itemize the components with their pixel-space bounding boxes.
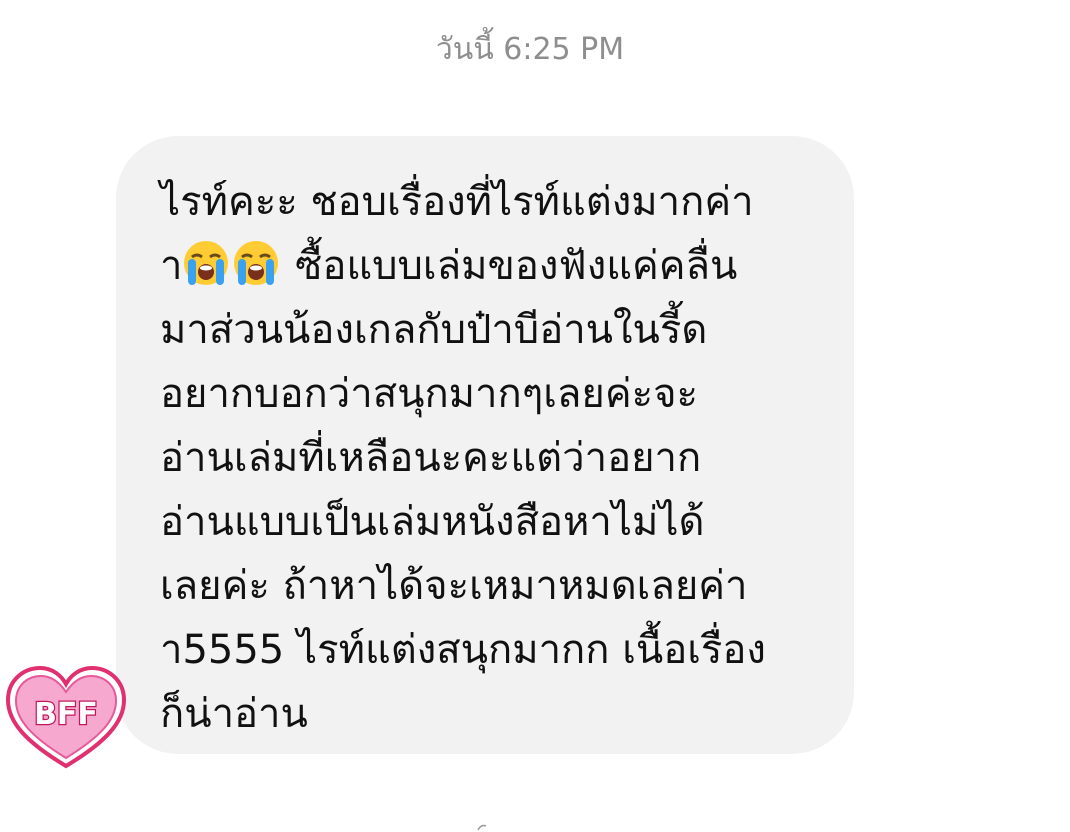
message-line: า ซื้อแบบเล่มของฟังแค่คลื่น <box>160 234 814 298</box>
chat-screen: วันนี้ 6:25 PM ไรท์คะะ ชอบเรื่องที่ไรท์แ… <box>0 0 1070 832</box>
message-line: มาส่วนน้องเกลกับป๋าบีอ่านในรี้ด <box>160 307 708 353</box>
message-line: อยากบอกว่าสนุกมากๆเลยค่ะจะ <box>160 371 698 417</box>
message-line: อ่านเล่มที่เหลือนะคะแต่ว่าอยาก <box>160 435 702 481</box>
avatar-label: BFF <box>34 697 98 732</box>
message-line: เลยค่ะ ถ้าหาได้จะเหมาหมดเลยค่า <box>160 563 748 609</box>
message-line-suffix: ซื้อแบบเล่มของฟังแค่คลื่น <box>282 243 738 289</box>
heart-sticker-icon: BFF <box>5 665 127 769</box>
message-line-prefix: า <box>160 243 183 289</box>
message-line: ไรท์คะะ ชอบเรื่องที่ไรท์แต่งมากค่า <box>160 179 754 225</box>
message-bubble[interactable]: ไรท์คะะ ชอบเรื่องที่ไรท์แต่งมากค่า า ซื้… <box>116 136 854 754</box>
message-line: ก็น่าอ่าน <box>160 691 308 737</box>
loudly-crying-face-icon <box>184 241 229 285</box>
partial-next-element <box>474 820 494 832</box>
message-line: า5555 ไรท์แต่งสนุกมากก เนื้อเรื่อง <box>160 627 766 673</box>
avatar[interactable]: BFF <box>5 665 127 772</box>
message-line: อ่านแบบเป็นเล่มหนังสือหาไม่ได้ <box>160 499 705 545</box>
loudly-crying-face-icon <box>234 241 279 285</box>
message-timestamp: วันนี้ 6:25 PM <box>435 32 625 67</box>
